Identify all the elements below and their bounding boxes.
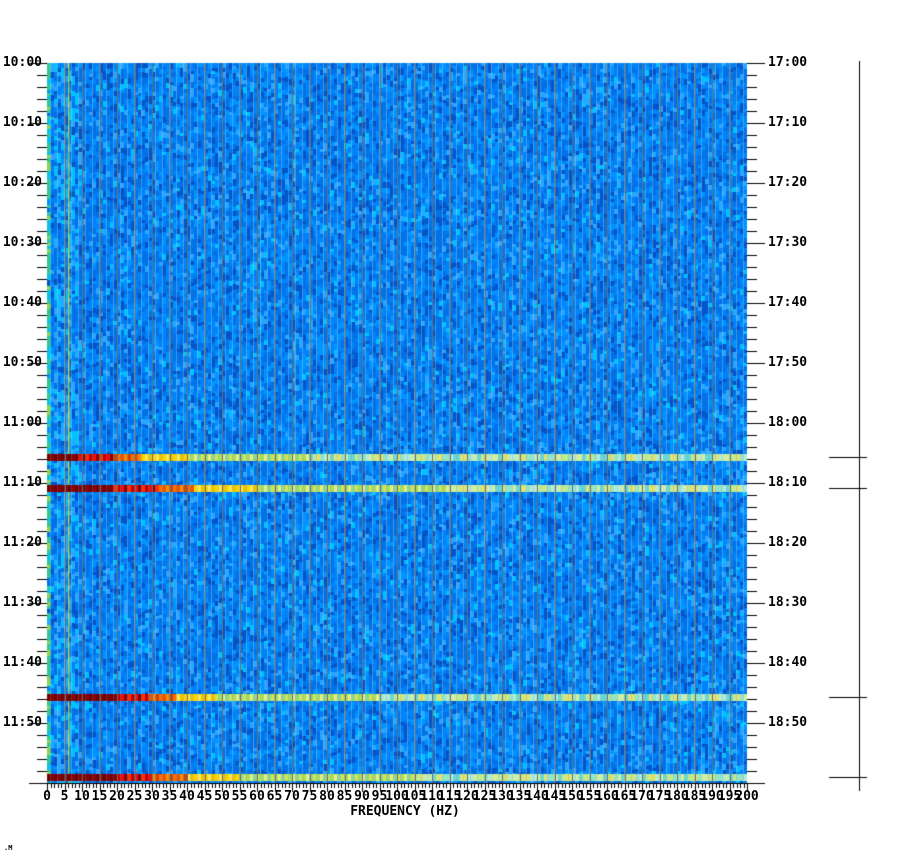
right-time-label: 18:20 [768,535,808,550]
left-time-label: 10:30 [2,235,42,250]
right-time-label: 17:10 [768,115,808,130]
right-time-label: 18:00 [768,415,808,430]
right-time-label: 17:00 [768,55,808,70]
left-time-label: 10:50 [2,355,42,370]
spectrogram-heatmap[interactable] [0,0,902,864]
right-time-label: 17:20 [768,175,808,190]
left-time-label: 11:40 [2,655,42,670]
left-time-label: 11:50 [2,715,42,730]
right-time-label: 18:50 [768,715,808,730]
left-time-label: 11:00 [2,415,42,430]
right-time-label: 17:40 [768,295,808,310]
right-time-label: 17:30 [768,235,808,250]
right-time-label: 18:40 [768,655,808,670]
corner-mark: .M [4,844,13,852]
freq-tick-label: 200 [735,789,759,804]
right-time-label: 18:30 [768,595,808,610]
frequency-axis-title: FREQUENCY (HZ) [350,804,460,819]
spectrogram-page: PDT Jun19,2025 MDH1 DP1 NC -- (Mammoth D… [0,0,902,864]
left-time-label: 10:10 [2,115,42,130]
right-time-label: 18:10 [768,475,808,490]
left-time-label: 10:20 [2,175,42,190]
left-time-label: 11:10 [2,475,42,490]
left-time-label: 11:30 [2,595,42,610]
left-time-label: 11:20 [2,535,42,550]
left-time-label: 10:40 [2,295,42,310]
left-time-label: 10:00 [2,55,42,70]
right-time-label: 17:50 [768,355,808,370]
